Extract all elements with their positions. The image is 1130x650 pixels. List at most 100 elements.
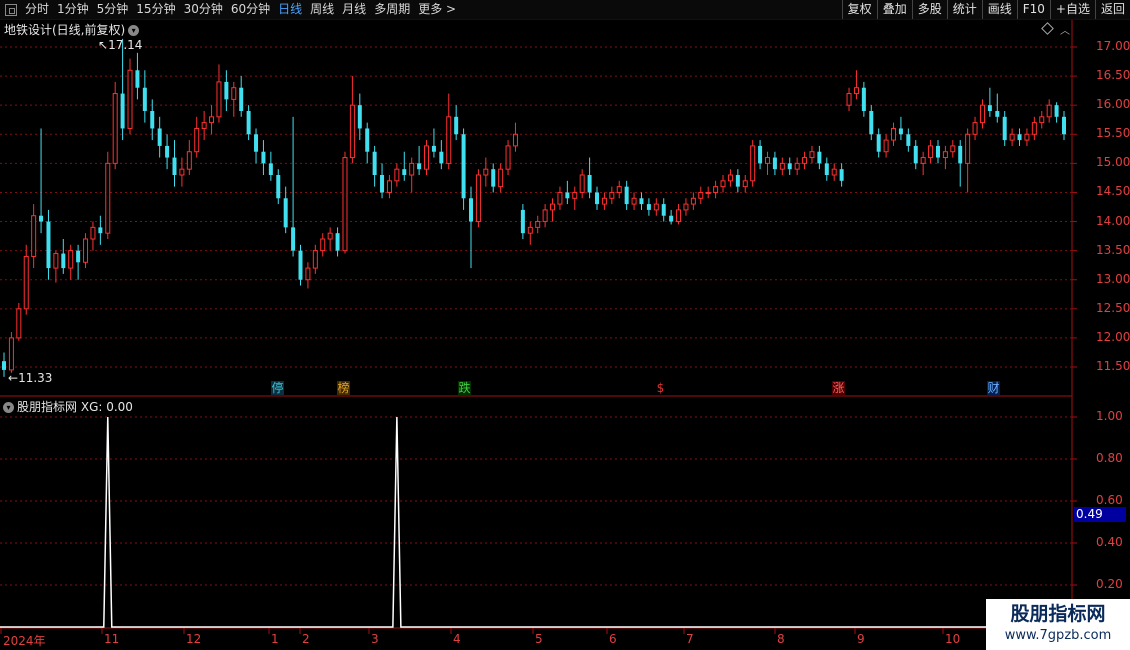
watermark-url: www.7gpzb.com — [1004, 628, 1112, 643]
candle-body — [1054, 105, 1059, 117]
candle-body — [165, 145, 170, 158]
candle-body — [616, 186, 622, 193]
event-tag[interactable]: 停 — [271, 381, 284, 395]
candle-body — [157, 128, 162, 146]
candle-body — [431, 145, 436, 152]
candle-body — [669, 215, 674, 222]
candle-body — [550, 203, 556, 211]
candle-body — [1046, 104, 1052, 118]
candle-body — [417, 163, 422, 170]
event-tag[interactable]: $ — [654, 381, 667, 395]
price-chart-canvas[interactable] — [0, 0, 1130, 650]
candle-body — [1031, 122, 1037, 135]
candle-body — [787, 163, 792, 170]
candle-body — [468, 198, 473, 222]
candle-body — [254, 134, 259, 152]
candle-body — [261, 151, 266, 164]
candle-body — [320, 238, 326, 252]
candle-body — [39, 215, 44, 222]
candle-body — [446, 116, 452, 164]
candle-body — [135, 70, 140, 88]
candle-body — [179, 168, 185, 176]
candle-body — [690, 197, 696, 205]
candle-body — [291, 227, 296, 251]
candle-body — [713, 186, 719, 193]
candle-body — [239, 87, 244, 111]
candle-body — [846, 93, 852, 106]
candle-body — [1024, 133, 1030, 141]
indicator-current-value: 0.49 — [1074, 507, 1126, 522]
candle-body — [2, 361, 6, 370]
date-axis-label: 10 — [945, 632, 961, 646]
event-tag[interactable]: 跌 — [458, 381, 471, 395]
date-axis-label: 6 — [609, 632, 617, 646]
date-axis-label: 1 — [271, 632, 279, 646]
candle-body — [824, 163, 829, 175]
candle-body — [727, 174, 733, 182]
high-price-mark: ↖17.14 — [98, 38, 143, 52]
event-tag[interactable]: 涨 — [832, 381, 845, 395]
candle-body — [8, 337, 14, 371]
price-axis-label: 12.50 — [1096, 300, 1130, 315]
candle-body — [995, 111, 1000, 117]
candle-body — [268, 163, 273, 175]
indicator-axis-label: 0.40 — [1096, 535, 1123, 549]
date-axis-label: 11 — [104, 632, 120, 646]
indicator-axis-label: 1.00 — [1096, 409, 1123, 423]
candle-body — [1009, 133, 1015, 141]
price-axis-label: 15.50 — [1096, 126, 1130, 141]
candle-body — [380, 175, 385, 193]
candle-body — [357, 105, 362, 129]
candle-body — [839, 169, 844, 181]
candle-body — [527, 226, 533, 234]
candle-body — [349, 104, 355, 159]
candle-body — [817, 151, 822, 164]
candle-body — [802, 157, 808, 164]
candle-body — [735, 175, 740, 187]
candle-body — [201, 122, 207, 129]
indicator-axis-label: 0.60 — [1096, 493, 1123, 507]
candle-body — [335, 233, 340, 251]
candle-body — [601, 197, 607, 205]
candle-body — [869, 111, 874, 135]
high-price-value: 17.14 — [108, 38, 143, 52]
date-axis-label: 4 — [453, 632, 461, 646]
price-axis-label: 13.00 — [1096, 271, 1130, 286]
candle-body — [913, 145, 918, 164]
candle-body — [972, 122, 978, 135]
candle-body — [565, 192, 570, 199]
event-tag[interactable]: 财 — [987, 381, 1000, 395]
candle-body — [646, 204, 651, 210]
candle-body — [1017, 134, 1022, 141]
candle-body — [758, 145, 763, 164]
candle-body — [1039, 116, 1045, 124]
candle-body — [454, 116, 459, 135]
candle-body — [987, 105, 992, 111]
event-tag[interactable]: 榜 — [337, 381, 350, 395]
candle-body — [372, 151, 377, 175]
candle-body — [172, 157, 177, 175]
candle-body — [720, 180, 726, 188]
price-axis-label: 16.50 — [1096, 68, 1130, 83]
candle-body — [83, 238, 89, 263]
candle-body — [520, 209, 525, 234]
price-axis-label: 15.00 — [1096, 155, 1130, 170]
date-axis-label: 3 — [371, 632, 379, 646]
candle-body — [764, 157, 770, 164]
candle-body — [928, 145, 934, 159]
candle-body — [365, 128, 370, 152]
candle-body — [1002, 116, 1007, 141]
candle-body — [750, 145, 756, 182]
candle-body — [231, 87, 237, 100]
candle-body — [283, 198, 288, 228]
watermark: 股朋指标网 www.7gpzb.com — [986, 599, 1130, 650]
candle-body — [631, 197, 637, 205]
candle-body — [194, 127, 200, 153]
candle-body — [53, 253, 59, 269]
candle-body — [224, 81, 229, 100]
candle-body — [779, 162, 785, 170]
candle-body — [46, 221, 51, 269]
candle-body — [112, 93, 118, 164]
candle-body — [483, 168, 489, 176]
candle-body — [327, 232, 333, 240]
